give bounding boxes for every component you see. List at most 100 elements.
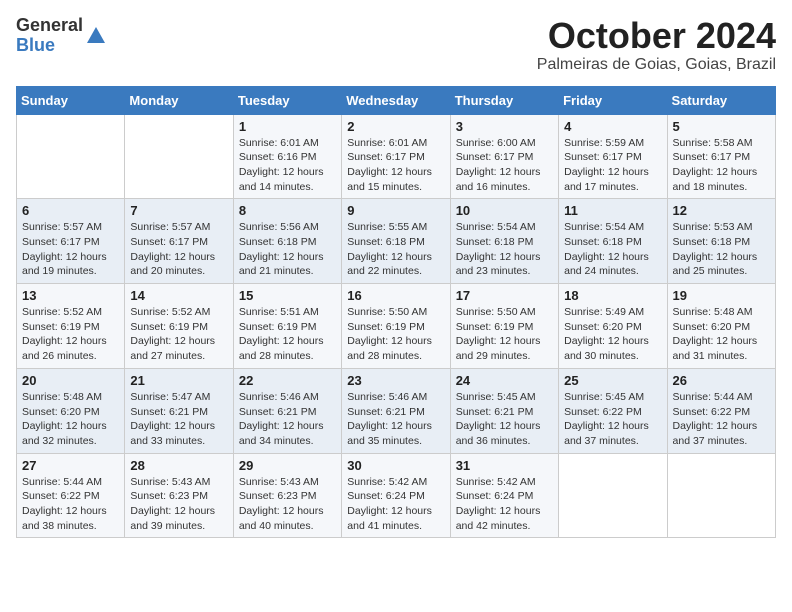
calendar-subtitle: Palmeiras de Goias, Goias, Brazil (537, 56, 776, 74)
calendar-cell: 18 Sunrise: 5:49 AM Sunset: 6:20 PM Dayli… (559, 284, 667, 369)
day-number: 4 (564, 119, 661, 134)
calendar-cell (559, 453, 667, 538)
calendar-week-3: 20 Sunrise: 5:48 AM Sunset: 6:20 PM Dayli… (17, 368, 776, 453)
day-number: 3 (456, 119, 553, 134)
day-number: 8 (239, 203, 336, 218)
day-info: Sunrise: 5:46 AM Sunset: 6:21 PM Dayligh… (239, 390, 336, 449)
day-number: 24 (456, 373, 553, 388)
day-number: 22 (239, 373, 336, 388)
calendar-cell: 26 Sunrise: 5:44 AM Sunset: 6:22 PM Dayli… (667, 368, 775, 453)
day-info: Sunrise: 5:58 AM Sunset: 6:17 PM Dayligh… (673, 136, 770, 195)
day-info: Sunrise: 5:47 AM Sunset: 6:21 PM Dayligh… (130, 390, 227, 449)
logo-general-text: General (16, 15, 83, 35)
day-info: Sunrise: 5:53 AM Sunset: 6:18 PM Dayligh… (673, 220, 770, 279)
logo: General Blue (16, 16, 107, 56)
calendar-week-1: 6 Sunrise: 5:57 AM Sunset: 6:17 PM Daylig… (17, 199, 776, 284)
day-info: Sunrise: 5:45 AM Sunset: 6:22 PM Dayligh… (564, 390, 661, 449)
day-info: Sunrise: 5:43 AM Sunset: 6:23 PM Dayligh… (239, 475, 336, 534)
day-number: 12 (673, 203, 770, 218)
calendar-cell: 16Sunrise: 5:50 AM Sunset: 6:19 PM Dayli… (342, 284, 450, 369)
calendar-cell: 15Sunrise: 5:51 AM Sunset: 6:19 PM Dayli… (233, 284, 341, 369)
calendar-cell: 12 Sunrise: 5:53 AM Sunset: 6:18 PM Dayli… (667, 199, 775, 284)
col-header-tuesday: Tuesday (233, 86, 341, 114)
day-info: Sunrise: 5:48 AM Sunset: 6:20 PM Dayligh… (22, 390, 119, 449)
day-info: Sunrise: 5:50 AM Sunset: 6:19 PM Dayligh… (456, 305, 553, 364)
calendar-cell: 28Sunrise: 5:43 AM Sunset: 6:23 PM Dayli… (125, 453, 233, 538)
day-number: 6 (22, 203, 119, 218)
day-info: Sunrise: 5:44 AM Sunset: 6:22 PM Dayligh… (673, 390, 770, 449)
day-number: 23 (347, 373, 444, 388)
day-number: 14 (130, 288, 227, 303)
col-header-thursday: Thursday (450, 86, 558, 114)
col-header-wednesday: Wednesday (342, 86, 450, 114)
calendar-cell: 13 Sunrise: 5:52 AM Sunset: 6:19 PM Dayli… (17, 284, 125, 369)
day-info: Sunrise: 5:50 AM Sunset: 6:19 PM Dayligh… (347, 305, 444, 364)
day-number: 27 (22, 458, 119, 473)
calendar-cell: 29 Sunrise: 5:43 AM Sunset: 6:23 PM Dayli… (233, 453, 341, 538)
day-number: 13 (22, 288, 119, 303)
day-info: Sunrise: 6:01 AM Sunset: 6:16 PM Dayligh… (239, 136, 336, 195)
day-number: 30 (347, 458, 444, 473)
page-header: General Blue October 2024 Palmeiras de G… (16, 16, 776, 74)
day-info: Sunrise: 5:45 AM Sunset: 6:21 PM Dayligh… (456, 390, 553, 449)
calendar-cell: 30Sunrise: 5:42 AM Sunset: 6:24 PM Dayli… (342, 453, 450, 538)
calendar-cell: 31 Sunrise: 5:42 AM Sunset: 6:24 PM Dayli… (450, 453, 558, 538)
col-header-sunday: Sunday (17, 86, 125, 114)
day-number: 17 (456, 288, 553, 303)
calendar-cell: 20 Sunrise: 5:48 AM Sunset: 6:20 PM Dayli… (17, 368, 125, 453)
day-info: Sunrise: 5:57 AM Sunset: 6:17 PM Dayligh… (130, 220, 227, 279)
calendar-cell: 7 Sunrise: 5:57 AM Sunset: 6:17 PM Daylig… (125, 199, 233, 284)
day-number: 18 (564, 288, 661, 303)
col-header-saturday: Saturday (667, 86, 775, 114)
calendar-cell: 17 Sunrise: 5:50 AM Sunset: 6:19 PM Dayli… (450, 284, 558, 369)
day-info: Sunrise: 5:56 AM Sunset: 6:18 PM Dayligh… (239, 220, 336, 279)
calendar-cell: 9 Sunrise: 5:55 AM Sunset: 6:18 PM Daylig… (342, 199, 450, 284)
day-number: 29 (239, 458, 336, 473)
day-number: 20 (22, 373, 119, 388)
calendar-cell: 4 Sunrise: 5:59 AM Sunset: 6:17 PM Daylig… (559, 114, 667, 199)
calendar-table: SundayMondayTuesdayWednesdayThursdayFrid… (16, 86, 776, 539)
calendar-cell: 11Sunrise: 5:54 AM Sunset: 6:18 PM Dayli… (559, 199, 667, 284)
day-info: Sunrise: 5:42 AM Sunset: 6:24 PM Dayligh… (456, 475, 553, 534)
calendar-cell: 2Sunrise: 6:01 AM Sunset: 6:17 PM Daylig… (342, 114, 450, 199)
day-number: 9 (347, 203, 444, 218)
day-number: 26 (673, 373, 770, 388)
col-header-friday: Friday (559, 86, 667, 114)
day-number: 2 (347, 119, 444, 134)
calendar-cell: 25Sunrise: 5:45 AM Sunset: 6:22 PM Dayli… (559, 368, 667, 453)
calendar-title: October 2024 (537, 16, 776, 56)
calendar-cell: 21Sunrise: 5:47 AM Sunset: 6:21 PM Dayli… (125, 368, 233, 453)
day-number: 15 (239, 288, 336, 303)
day-number: 31 (456, 458, 553, 473)
calendar-week-0: 1 Sunrise: 6:01 AM Sunset: 6:16 PM Daylig… (17, 114, 776, 199)
day-info: Sunrise: 5:55 AM Sunset: 6:18 PM Dayligh… (347, 220, 444, 279)
calendar-header: SundayMondayTuesdayWednesdayThursdayFrid… (17, 86, 776, 114)
calendar-cell: 27 Sunrise: 5:44 AM Sunset: 6:22 PM Dayli… (17, 453, 125, 538)
calendar-cell: 22 Sunrise: 5:46 AM Sunset: 6:21 PM Dayli… (233, 368, 341, 453)
calendar-cell: 19 Sunrise: 5:48 AM Sunset: 6:20 PM Dayli… (667, 284, 775, 369)
calendar-cell: 1 Sunrise: 6:01 AM Sunset: 6:16 PM Daylig… (233, 114, 341, 199)
day-info: Sunrise: 5:44 AM Sunset: 6:22 PM Dayligh… (22, 475, 119, 534)
col-header-monday: Monday (125, 86, 233, 114)
day-number: 7 (130, 203, 227, 218)
calendar-cell: 8 Sunrise: 5:56 AM Sunset: 6:18 PM Daylig… (233, 199, 341, 284)
day-info: Sunrise: 5:43 AM Sunset: 6:23 PM Dayligh… (130, 475, 227, 534)
calendar-cell: 6 Sunrise: 5:57 AM Sunset: 6:17 PM Daylig… (17, 199, 125, 284)
calendar-cell: 23 Sunrise: 5:46 AM Sunset: 6:21 PM Dayli… (342, 368, 450, 453)
day-number: 1 (239, 119, 336, 134)
day-info: Sunrise: 5:52 AM Sunset: 6:19 PM Dayligh… (22, 305, 119, 364)
day-info: Sunrise: 5:52 AM Sunset: 6:19 PM Dayligh… (130, 305, 227, 364)
day-info: Sunrise: 5:54 AM Sunset: 6:18 PM Dayligh… (564, 220, 661, 279)
day-info: Sunrise: 5:49 AM Sunset: 6:20 PM Dayligh… (564, 305, 661, 364)
day-info: Sunrise: 5:57 AM Sunset: 6:17 PM Dayligh… (22, 220, 119, 279)
day-info: Sunrise: 5:48 AM Sunset: 6:20 PM Dayligh… (673, 305, 770, 364)
calendar-cell: 24 Sunrise: 5:45 AM Sunset: 6:21 PM Dayli… (450, 368, 558, 453)
calendar-week-2: 13 Sunrise: 5:52 AM Sunset: 6:19 PM Dayli… (17, 284, 776, 369)
logo-blue-text: Blue (16, 35, 55, 55)
calendar-cell: 5Sunrise: 5:58 AM Sunset: 6:17 PM Daylig… (667, 114, 775, 199)
day-number: 19 (673, 288, 770, 303)
calendar-cell (17, 114, 125, 199)
calendar-cell: 3Sunrise: 6:00 AM Sunset: 6:17 PM Daylig… (450, 114, 558, 199)
day-info: Sunrise: 5:59 AM Sunset: 6:17 PM Dayligh… (564, 136, 661, 195)
day-info: Sunrise: 5:46 AM Sunset: 6:21 PM Dayligh… (347, 390, 444, 449)
